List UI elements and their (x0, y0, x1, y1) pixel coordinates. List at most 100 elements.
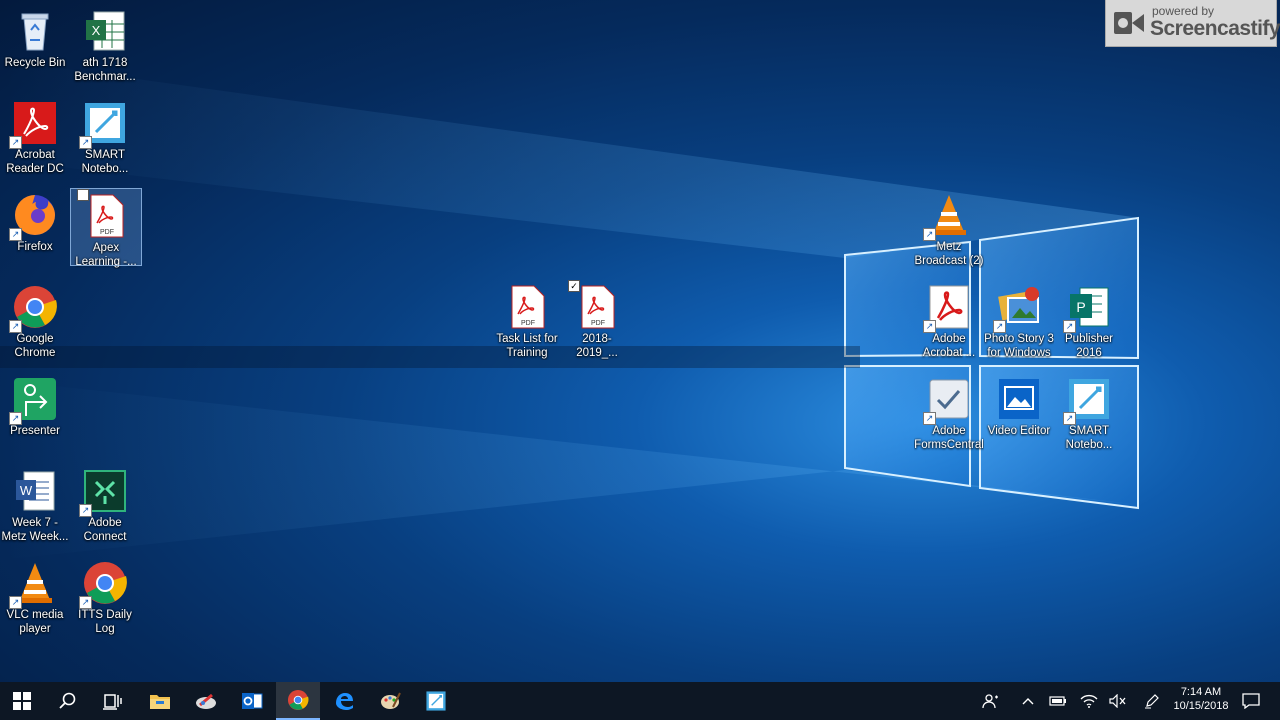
desktop-icon-vlc[interactable]: ↗ VLC media player (0, 556, 70, 635)
pdf-badge: PDF (521, 320, 535, 327)
shortcut-arrow-icon: ↗ (923, 228, 936, 241)
shortcut-arrow-icon: ↗ (923, 320, 936, 333)
selection-checkbox[interactable] (77, 189, 89, 201)
icon-label: Google Chrome (14, 333, 56, 359)
icon-label: Metz Broadcast (2) (914, 241, 984, 267)
windows-logo-icon (13, 692, 31, 710)
desktop-icon-presenter[interactable]: ↗ Presenter (0, 372, 70, 448)
desktop-icon-metz-broadcast[interactable]: ↗ Metz Broadcast (2) (914, 188, 984, 267)
desktop-icon-apex-learning[interactable]: PDF Apex Learning -... (70, 188, 142, 268)
smart-notebook-icon (426, 691, 446, 711)
desktop-icon-google-chrome[interactable]: ↗ Google Chrome (0, 280, 70, 359)
icon-label: Adobe Connect (83, 517, 127, 543)
recycle-bin-icon (12, 8, 58, 54)
start-button[interactable] (0, 682, 44, 720)
desktop-icon-adobe-acrobat[interactable]: ↗ Adobe Acrobat ... (914, 280, 984, 359)
pdf-badge: PDF (591, 320, 605, 327)
chrome-icon: ↗ (9, 284, 58, 333)
selection-checkbox[interactable]: ✓ (568, 280, 580, 292)
smart-notebook-icon: ↗ (1063, 376, 1112, 425)
desktop-icon-itts-daily-log[interactable]: ↗ ITTS Daily Log (70, 556, 140, 635)
clock-date: 10/15/2018 (1173, 700, 1229, 712)
desktop-icon-smart-notebook-2[interactable]: ↗ SMART Notebo... (1054, 372, 1124, 451)
taskbar-ink-app[interactable] (184, 682, 228, 720)
shortcut-arrow-icon: ↗ (79, 596, 92, 609)
svg-text:X: X (92, 23, 101, 38)
desktop-icon-recycle-bin[interactable]: Recycle Bin (0, 4, 70, 80)
publisher-icon: P ↗ (1063, 284, 1112, 333)
shortcut-arrow-icon: ↗ (923, 412, 936, 425)
shortcut-arrow-icon: ↗ (1063, 412, 1076, 425)
presenter-icon: ↗ (9, 376, 58, 425)
icon-label: Recycle Bin (4, 57, 66, 69)
pdf-file-icon: PDF ✓ (568, 280, 620, 330)
search-button[interactable] (46, 682, 90, 720)
tray-volume[interactable] (1103, 682, 1133, 720)
desktop-icon-benchmark-excel[interactable]: X ath 1718 Benchmar... (70, 4, 140, 83)
icon-label: SMART Notebo... (1065, 425, 1113, 451)
watermark-brand: Screencastify (1150, 17, 1280, 40)
desktop-icon-2018-2019-pdf[interactable]: PDF ✓ 2018-2019_... (562, 280, 632, 359)
icon-label: Photo Story 3 for Windows (984, 333, 1054, 359)
icon-label: Apex Learning -... (75, 242, 137, 268)
desktop-icon-forms-central[interactable]: ↗ Adobe FormsCentral (914, 372, 984, 451)
tray-show-hidden-icons[interactable] (1013, 682, 1043, 720)
desktop-icon-firefox[interactable]: ↗ Firefox (0, 188, 70, 264)
task-view-icon (103, 694, 122, 710)
taskbar-outlook[interactable] (230, 682, 274, 720)
shortcut-arrow-icon: ↗ (79, 504, 92, 517)
desktop-icon-photo-story[interactable]: ↗ Photo Story 3 for Windows (984, 280, 1054, 359)
desktop-icon-smart-notebook[interactable]: ↗ SMART Notebo... (70, 96, 140, 175)
desktop-icon-video-editor[interactable]: Video Editor (984, 372, 1054, 448)
shortcut-arrow-icon: ↗ (9, 136, 22, 149)
desktop[interactable]: Recycle Bin ↗ Acrobat Reader DC ↗ Firefo… (0, 0, 1280, 682)
desktop-icon-publisher[interactable]: P ↗ Publisher 2016 (1054, 280, 1124, 359)
volume-muted-icon (1109, 694, 1126, 708)
watermark-powered-by: powered by (1152, 4, 1215, 18)
taskbar-chrome[interactable] (276, 682, 320, 720)
screencastify-logo-icon (1114, 12, 1144, 34)
svg-text:W: W (20, 483, 33, 498)
chrome-icon (287, 689, 309, 711)
shortcut-arrow-icon: ↗ (1063, 320, 1076, 333)
vlc-cone-icon: ↗ (9, 560, 58, 609)
taskbar-clock[interactable]: 7:14 AM 10/15/2018 (1170, 682, 1232, 720)
battery-icon (1049, 696, 1066, 706)
pdf-badge: PDF (100, 229, 114, 236)
icon-label: Firefox (17, 241, 53, 253)
taskbar-paint[interactable] (368, 682, 412, 720)
vlc-cone-icon: ↗ (923, 192, 972, 241)
shortcut-arrow-icon: ↗ (9, 596, 22, 609)
shortcut-arrow-icon: ↗ (79, 136, 92, 149)
taskbar-edge[interactable] (322, 682, 366, 720)
acrobat-icon: ↗ (923, 284, 972, 333)
desktop-icon-adobe-connect[interactable]: ↗ Adobe Connect (70, 464, 140, 543)
acrobat-reader-icon: ↗ (9, 100, 58, 149)
tray-battery[interactable] (1043, 682, 1073, 720)
paint-palette-icon (381, 692, 401, 709)
word-document-icon: W (12, 468, 58, 514)
icon-label: Task List for Training (496, 333, 558, 359)
people-icon (982, 694, 998, 709)
desktop-icon-acrobat-reader[interactable]: ↗ Acrobat Reader DC (0, 96, 70, 175)
taskbar-smart-notebook[interactable] (414, 682, 458, 720)
tray-people[interactable] (976, 682, 1006, 720)
desktop-icon-task-list-pdf[interactable]: PDF Task List for Training (492, 280, 562, 359)
desktop-icon-week7-doc[interactable]: W Week 7 - Metz Week... (0, 464, 70, 543)
icon-label: Presenter (10, 425, 60, 437)
adobe-connect-icon: ↗ (79, 468, 128, 517)
shortcut-arrow-icon: ↗ (993, 320, 1006, 333)
shortcut-arrow-icon: ↗ (9, 228, 22, 241)
tray-wifi[interactable] (1074, 682, 1104, 720)
wifi-icon (1080, 694, 1098, 708)
tray-action-center[interactable] (1236, 682, 1266, 720)
taskbar-file-explorer[interactable] (138, 682, 182, 720)
outlook-icon (242, 693, 263, 709)
pdf-file-icon: PDF (504, 284, 550, 330)
notification-icon (1242, 693, 1260, 709)
svg-text:P: P (1076, 299, 1085, 315)
task-view-button[interactable] (90, 682, 134, 720)
icon-label: Adobe FormsCentral (914, 425, 984, 451)
tray-pen-workspace[interactable] (1137, 682, 1167, 720)
shortcut-arrow-icon: ↗ (9, 412, 22, 425)
